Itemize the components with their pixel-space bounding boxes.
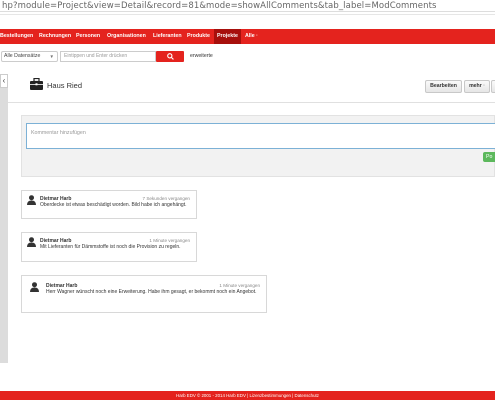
edit-button[interactable]: Bearbeiten xyxy=(425,80,462,93)
url-text[interactable]: hp?module=Project&view=Detail&record=81&… xyxy=(2,1,437,11)
divider xyxy=(8,102,495,103)
user-avatar-icon xyxy=(30,282,39,292)
comment-time: 1 Minute vergangen xyxy=(149,238,190,243)
main-navigation: Bestellungen Rechnungen Personen Organis… xyxy=(0,29,495,44)
comment-item: Dietmar Harb 1 Minute vergangen Herr Wag… xyxy=(21,275,267,313)
more-button[interactable]: mehr · xyxy=(464,80,490,93)
nav-item-bestellungen[interactable]: Bestellungen xyxy=(0,29,33,44)
extra-button[interactable] xyxy=(491,80,495,93)
page-footer: Harb EDV © 2001 - 2014 Harb EDV | Lizenz… xyxy=(0,391,495,400)
search-button[interactable] xyxy=(156,51,184,62)
nav-item-projekte[interactable]: Projekte xyxy=(214,29,241,44)
comment-text: Oberdecke ist etwas beschädigt worden. B… xyxy=(40,202,187,208)
nav-item-produkte[interactable]: Produkte xyxy=(187,29,210,44)
search-icon xyxy=(167,53,174,60)
briefcase-icon xyxy=(30,77,43,92)
nav-item-rechnungen[interactable]: Rechnungen xyxy=(39,29,71,44)
search-placeholder: Eintippen und Enter drücken xyxy=(64,53,128,59)
search-bar: Alle Datensätze ▼ Eintippen und Enter dr… xyxy=(0,51,495,65)
nav-item-organisationen[interactable]: Organisationen xyxy=(107,29,146,44)
record-title: Haus Ried xyxy=(47,81,83,90)
nav-item-lieferanten[interactable]: Lieferanten xyxy=(153,29,182,44)
comment-time: 7 Sekunden vergangen xyxy=(142,196,190,201)
records-select-value: Alle Datensätze xyxy=(4,53,41,59)
nav-item-alle[interactable]: Alle · xyxy=(245,29,258,44)
comment-text: Mit Lieferanten für Dämmstoffe ist noch … xyxy=(40,244,181,250)
comment-item: Dietmar Harb 7 Sekunden vergangen Oberde… xyxy=(21,190,197,219)
search-input[interactable]: Eintippen und Enter drücken xyxy=(60,51,156,62)
more-button-caret: · xyxy=(483,83,485,89)
comment-time: 1 Minute vergangen xyxy=(219,283,260,288)
left-sidebar-collapsed xyxy=(0,74,8,363)
user-avatar-icon xyxy=(27,237,36,247)
comment-item: Dietmar Harb 1 Minute vergangen Mit Lief… xyxy=(21,232,197,262)
records-select[interactable]: Alle Datensätze ▼ xyxy=(1,51,58,62)
comment-input[interactable]: Kommentar hinzufügen xyxy=(26,123,495,149)
comment-text: Herr Wagner wünscht noch eine Erweiterun… xyxy=(46,289,257,295)
user-avatar-icon xyxy=(27,195,36,205)
nav-item-personen[interactable]: Personen xyxy=(76,29,100,44)
chevron-down-icon: ▼ xyxy=(49,54,54,59)
collapse-sidebar-button[interactable]: ‹ xyxy=(0,74,8,88)
advanced-search-link[interactable]: erweiterte xyxy=(190,52,213,61)
more-button-label: mehr xyxy=(469,83,482,89)
comment-input-placeholder: Kommentar hinzufügen xyxy=(31,130,86,136)
post-comment-button[interactable]: Po xyxy=(483,152,495,162)
browser-url-bar[interactable]: hp?module=Project&view=Detail&record=81&… xyxy=(0,0,495,12)
divider xyxy=(0,14,495,15)
